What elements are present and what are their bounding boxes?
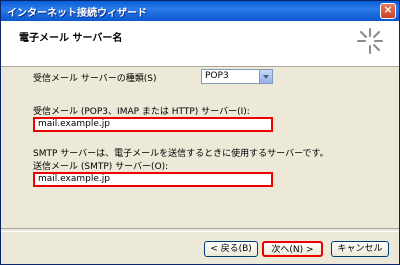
- incoming-server-value: mail.example.jp: [38, 119, 110, 129]
- back-button-label: < 戻る(B): [210, 244, 252, 254]
- incoming-type-value: POP3: [205, 71, 229, 81]
- close-button[interactable]: ×: [380, 3, 396, 19]
- incoming-server-label: 受信メール (POP3、IMAP または HTTP) サーバー(I):: [33, 107, 250, 117]
- divider: [1, 228, 399, 232]
- next-button[interactable]: 次へ(N) >: [262, 241, 323, 257]
- back-button[interactable]: < 戻る(B): [204, 241, 258, 257]
- window-title: インターネット接続ウィザード: [7, 8, 147, 19]
- next-button-label: 次へ(N) >: [271, 245, 314, 255]
- page-title: 電子メール サーバー名: [19, 33, 123, 44]
- wizard-content: 受信メール サーバーの種類(S) POP3 受信メール (POP3、IMAP ま…: [1, 67, 399, 227]
- wizard-header: 電子メール サーバー名: [1, 21, 399, 67]
- smtp-info-text: SMTP サーバーは、電子メールを送信するときに使用するサーバーです。: [33, 149, 329, 159]
- outgoing-server-input[interactable]: mail.example.jp: [33, 172, 273, 187]
- incoming-type-select[interactable]: POP3: [201, 69, 273, 84]
- cancel-button[interactable]: キャンセル: [331, 241, 389, 257]
- wizard-window: インターネット接続ウィザード × 電子メール サーバー名 受信メール サーバーの…: [0, 0, 400, 265]
- close-icon: ×: [383, 3, 393, 16]
- cancel-button-label: キャンセル: [337, 244, 383, 254]
- incoming-type-label: 受信メール サーバーの種類(S): [33, 74, 157, 84]
- outgoing-server-label: 送信メール (SMTP) サーバー(O):: [33, 162, 169, 172]
- incoming-server-input[interactable]: mail.example.jp: [33, 117, 273, 132]
- title-bar[interactable]: インターネット接続ウィザード ×: [1, 1, 399, 21]
- wizard-sparkle-icon: [357, 28, 383, 54]
- outgoing-server-value: mail.example.jp: [38, 174, 110, 184]
- chevron-down-icon[interactable]: [259, 70, 272, 83]
